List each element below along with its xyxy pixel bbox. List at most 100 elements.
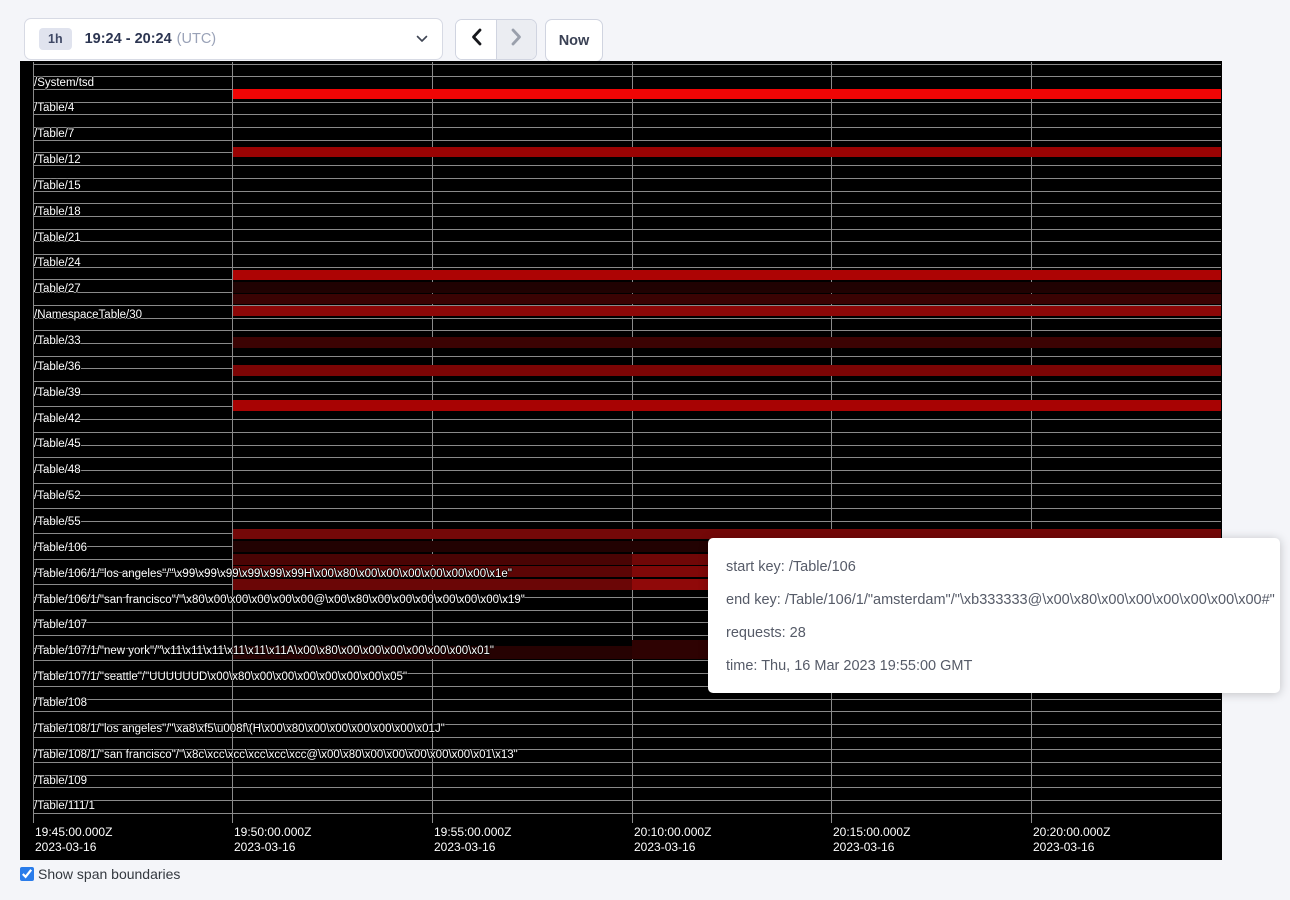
row-label: /Table/15 (34, 180, 81, 193)
heat-band[interactable] (233, 147, 1221, 157)
row-label: /Table/109 (34, 775, 87, 788)
row-label: /Table/106/1/"los angeles"/"\x99\x99\x99… (34, 568, 512, 581)
row-label: /Table/12 (34, 154, 81, 167)
now-button[interactable]: Now (545, 19, 603, 62)
heat-band[interactable] (632, 579, 710, 590)
row-label: /Table/55 (34, 516, 81, 529)
row-label: /Table/36 (34, 361, 81, 374)
tooltip-line: start key: /Table/106 (726, 557, 1262, 578)
span-boundary-line (33, 267, 1221, 268)
span-boundary-line (33, 787, 1221, 788)
span-boundary-line (33, 762, 1221, 763)
cell-tooltip: start key: /Table/106 end key: /Table/106… (708, 538, 1280, 693)
heat-band[interactable] (233, 294, 1221, 304)
row-label: /Table/45 (34, 438, 81, 451)
span-boundary-line (33, 64, 1221, 65)
heat-band[interactable] (233, 270, 1221, 281)
row-label: /Table/111/1 (34, 800, 95, 813)
span-boundary-line (33, 140, 1221, 141)
span-boundary-line (33, 813, 1221, 814)
row-label: /Table/108/1/"los angeles"/"\xa8\xf5\u00… (34, 723, 445, 736)
span-boundary-line (33, 394, 1221, 395)
row-label: /Table/108/1/"san francisco"/"\x8c\xcc\x… (34, 749, 518, 762)
span-boundary-line (33, 229, 1221, 230)
time-gridline (831, 62, 832, 823)
span-boundary-line (33, 203, 1221, 204)
span-boundary-line (33, 419, 1221, 420)
span-boundary-line (33, 800, 1221, 801)
span-boundary-line (33, 711, 1221, 712)
prev-time-button[interactable] (456, 20, 497, 59)
row-label: /Table/108 (34, 697, 87, 710)
heat-band[interactable] (233, 282, 1221, 293)
span-boundary-line (33, 356, 1221, 357)
heat-band[interactable] (233, 306, 1221, 316)
heat-band[interactable] (233, 337, 1221, 348)
time-nav-group (455, 19, 537, 60)
time-gridline (1031, 62, 1032, 823)
span-boundary-line (33, 521, 1221, 522)
row-label: /Table/107/1/"new york"/"\x11\x11\x11\x1… (34, 645, 494, 658)
row-label: /Table/107 (34, 619, 87, 632)
show-span-boundaries-label: Show span boundaries (38, 866, 180, 882)
span-boundary-line (33, 216, 1221, 217)
x-axis-tick: 19:50:00.000Z2023-03-16 (234, 825, 311, 855)
span-boundary-line (33, 254, 1221, 255)
row-label: /System/tsd (34, 77, 94, 90)
span-boundary-line (33, 483, 1221, 484)
chevron-right-icon (511, 28, 522, 51)
time-range-selector[interactable]: 1h 19:24 - 20:24 (UTC) (24, 18, 443, 60)
row-label: /Table/42 (34, 413, 81, 426)
row-label: /Table/106/1/"san francisco"/"\x80\x00\x… (34, 594, 525, 607)
span-boundary-line (33, 76, 1221, 77)
span-boundary-line (33, 432, 1221, 433)
span-boundary-line (33, 127, 1221, 128)
time-gridline (432, 62, 433, 823)
span-boundary-line (33, 737, 1221, 738)
heat-band[interactable] (632, 554, 710, 565)
span-boundary-line (33, 165, 1221, 166)
heatmap-panel[interactable]: /System/tsd/Table/4/Table/7/Table/12/Tab… (20, 61, 1222, 860)
span-boundaries-control: Show span boundaries (20, 866, 180, 882)
span-boundary-line (33, 178, 1221, 179)
tooltip-line: requests: 28 (726, 623, 1262, 644)
time-gridline (632, 62, 633, 823)
heat-band[interactable] (233, 541, 710, 552)
x-axis-tick: 19:45:00.000Z2023-03-16 (35, 825, 112, 855)
row-label: /Table/48 (34, 464, 81, 477)
now-button-label: Now (559, 33, 590, 49)
x-axis-tick: 20:20:00.000Z2023-03-16 (1033, 825, 1110, 855)
tooltip-line: end key: /Table/106/1/"amsterdam"/"\xb33… (726, 590, 1262, 611)
row-label: /Table/4 (34, 102, 74, 115)
span-boundary-line (33, 191, 1221, 192)
row-label: /Table/39 (34, 387, 81, 400)
key-visualizer-page: 1h 19:24 - 20:24 (UTC) Now /System/tsd/T… (0, 0, 1290, 900)
heat-band[interactable] (632, 566, 710, 577)
row-label: /Table/107/1/"seattle"/"UUUUUUD\x00\x80\… (34, 671, 407, 684)
tooltip-line: time: Thu, 16 Mar 2023 19:55:00 GMT (726, 656, 1262, 677)
span-boundary-line (33, 241, 1221, 242)
span-boundary-line (33, 318, 1221, 319)
x-axis-tick: 20:15:00.000Z2023-03-16 (833, 825, 910, 855)
row-label: /Table/7 (34, 128, 74, 141)
row-label: /Table/27 (34, 283, 81, 296)
heat-band[interactable] (233, 365, 1221, 376)
row-label: /Table/21 (34, 232, 81, 245)
row-label: /NamespaceTable/30 (34, 309, 142, 322)
span-boundary-line (33, 508, 1221, 509)
time-range-preset-chip: 1h (39, 28, 72, 50)
chevron-down-icon (416, 35, 428, 43)
span-boundary-line (33, 495, 1221, 496)
span-boundary-line (33, 470, 1221, 471)
span-boundary-line (33, 775, 1221, 776)
heat-band[interactable] (233, 400, 1221, 411)
show-span-boundaries-checkbox[interactable] (20, 867, 34, 881)
next-time-button[interactable] (497, 20, 536, 59)
row-label: /Table/33 (34, 335, 81, 348)
span-boundary-line (33, 381, 1221, 382)
heat-band[interactable] (233, 89, 1221, 99)
time-range-timezone: (UTC) (177, 31, 216, 47)
heat-band[interactable] (632, 640, 710, 659)
span-boundary-line (33, 699, 1221, 700)
row-label: /Table/106 (34, 542, 87, 555)
